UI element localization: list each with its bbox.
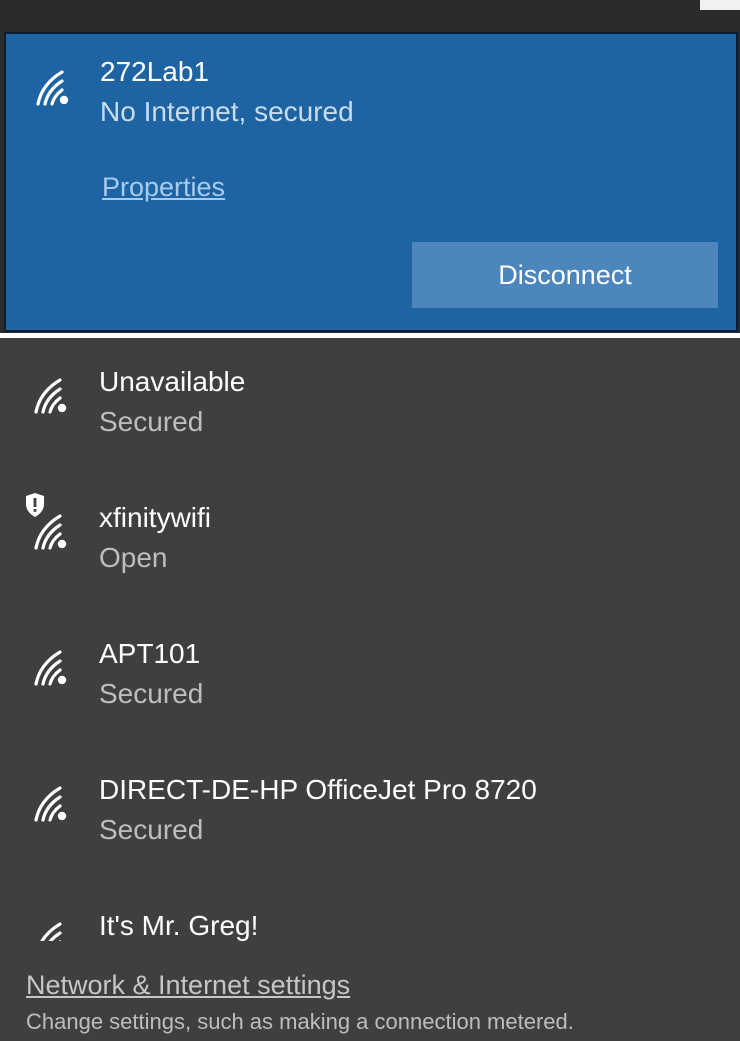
network-status: Secured xyxy=(99,678,204,709)
flyout-top-strip xyxy=(0,0,740,30)
network-name: xfinitywifi xyxy=(99,502,212,533)
disconnect-button[interactable]: Disconnect xyxy=(412,242,718,308)
network-list[interactable]: Unavailable Secured xfinitywifi Open APT… xyxy=(0,338,740,941)
properties-link[interactable]: Properties xyxy=(102,172,225,203)
connected-network-card[interactable]: 272Lab1 No Internet, secured Properties … xyxy=(4,32,738,332)
network-name: DIRECT-DE-HP OfficeJet Pro 8720 xyxy=(99,774,537,805)
wifi-signal-icon xyxy=(34,650,67,686)
wifi-open-warning-icon xyxy=(34,514,67,550)
network-name: Unavailable xyxy=(99,366,246,397)
network-settings-link[interactable]: Network & Internet settings xyxy=(26,970,350,1001)
connected-network-status: No Internet, secured xyxy=(100,96,354,127)
network-name: APT101 xyxy=(99,638,201,669)
wifi-signal-icon xyxy=(36,70,69,106)
wifi-signal-icon xyxy=(40,922,62,941)
wifi-signal-icon xyxy=(34,378,67,414)
scrollbar-corner xyxy=(700,0,740,10)
network-status: Open xyxy=(99,542,168,573)
network-settings-description: Change settings, such as making a connec… xyxy=(26,1009,574,1034)
flyout-footer: Network & Internet settings Change setti… xyxy=(0,941,740,1041)
network-name: It's Mr. Greg! xyxy=(99,910,259,941)
wifi-flyout-panel: 272Lab1 No Internet, secured Properties … xyxy=(0,0,740,1041)
wifi-signal-icon xyxy=(34,786,67,822)
connected-network-name: 272Lab1 xyxy=(100,56,210,87)
network-status: Secured xyxy=(99,406,204,437)
network-status: Secured xyxy=(99,814,204,845)
